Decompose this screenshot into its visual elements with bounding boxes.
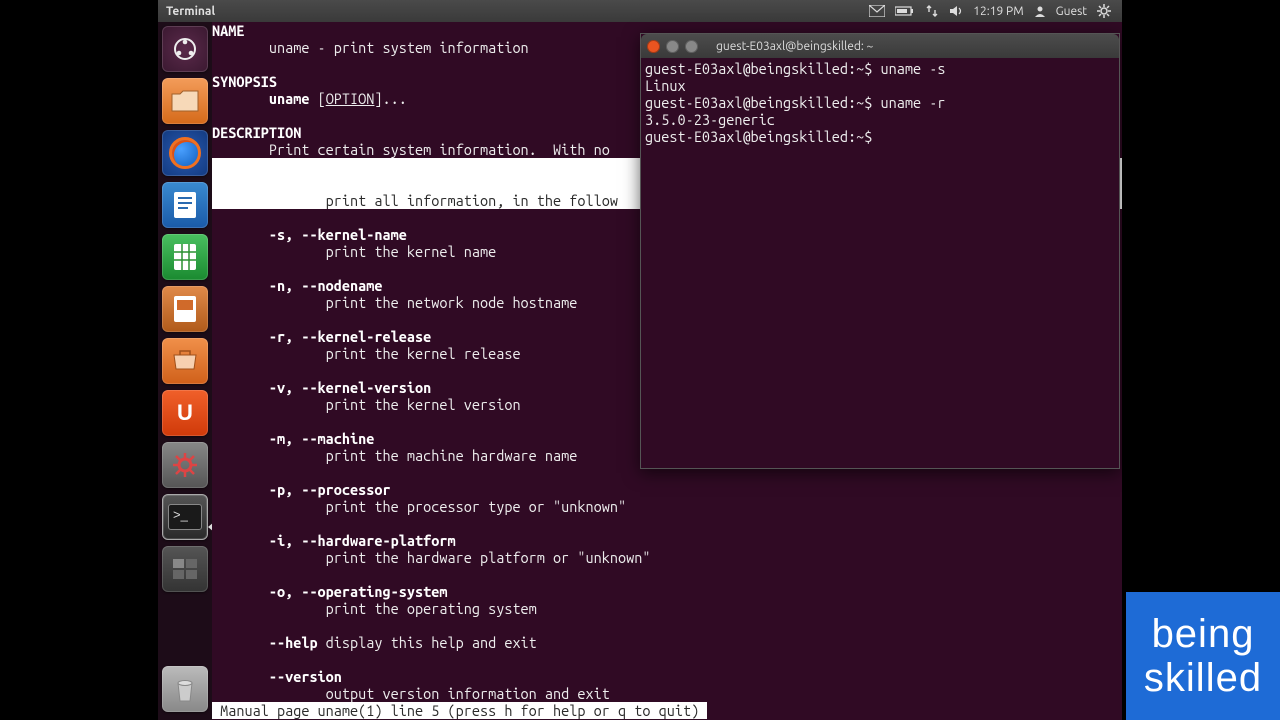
window-titlebar[interactable]: guest-E03axl@beingskilled: ~ (641, 34, 1119, 58)
user-name[interactable]: Guest (1056, 5, 1087, 18)
ubuntu-one-icon[interactable]: U (162, 390, 208, 436)
man-opt-n: -n, --nodename (212, 277, 383, 294)
prompt-1: guest-E03axl@beingskilled:~$ (645, 60, 872, 77)
man-opt-i: -i, --hardware-platform (212, 532, 456, 549)
cmd-1: uname -s (872, 60, 945, 77)
files-icon[interactable] (162, 78, 208, 124)
man-synopsis-line: uname [OPTION]... (212, 90, 407, 107)
user-icon[interactable] (1034, 5, 1046, 17)
top-menu-bar: Terminal 12:19 PM Guest (158, 0, 1122, 22)
terminal-body[interactable]: guest-E03axl@beingskilled:~$ uname -s Li… (641, 58, 1119, 147)
firefox-icon[interactable] (162, 130, 208, 176)
terminal-icon[interactable]: >_ (162, 494, 208, 540)
man-description-hdr: DESCRIPTION (212, 124, 301, 141)
clock[interactable]: 12:19 PM (973, 5, 1023, 18)
man-name-line: uname - print system information (212, 39, 529, 56)
calc-icon[interactable] (162, 234, 208, 280)
man-opt-r: -r, --kernel-release (212, 328, 431, 345)
man-status-line: Manual page uname(1) line 5 (press h for… (212, 702, 699, 719)
man-synopsis-hdr: SYNOPSIS (212, 73, 277, 90)
window-maximize-button[interactable] (685, 40, 698, 53)
man-opt-s: -s, --kernel-name (212, 226, 407, 243)
battery-icon[interactable] (895, 6, 915, 16)
prompt-3: guest-E03axl@beingskilled:~$ (645, 128, 872, 145)
app-title: Terminal (166, 5, 215, 18)
settings-icon[interactable] (162, 442, 208, 488)
man-name-hdr: NAME (212, 22, 244, 39)
gear-icon[interactable] (1097, 4, 1111, 18)
cmd-3 (872, 128, 880, 145)
watermark-logo: being skilled (1126, 592, 1280, 720)
volume-icon[interactable] (949, 4, 963, 18)
window-title: guest-E03axl@beingskilled: ~ (716, 40, 873, 53)
out-2: 3.5.0-23-generic (645, 111, 775, 128)
man-opt-version: --version (212, 668, 342, 685)
software-center-icon[interactable] (162, 338, 208, 384)
impress-icon[interactable] (162, 286, 208, 332)
man-opt-m: -m, --machine (212, 430, 374, 447)
cmd-2: uname -r (872, 94, 945, 111)
out-1: Linux (645, 77, 686, 94)
cursor (699, 702, 707, 719)
man-opt-help: --help display this help and exit (212, 634, 537, 651)
man-opt-v: -v, --kernel-version (212, 379, 431, 396)
trash-icon[interactable] (162, 666, 208, 712)
window-minimize-button[interactable] (666, 40, 679, 53)
dash-icon[interactable] (162, 26, 208, 72)
writer-icon[interactable] (162, 182, 208, 228)
window-close-button[interactable] (647, 40, 660, 53)
network-icon[interactable] (925, 4, 939, 18)
man-opt-o: -o, --operating-system (212, 583, 447, 600)
unity-launcher: U >_ (158, 22, 212, 720)
mail-icon[interactable] (869, 5, 885, 17)
man-description-line: Print certain system information. With n… (212, 141, 610, 158)
prompt-2: guest-E03axl@beingskilled:~$ (645, 94, 872, 111)
workspace-switcher-icon[interactable] (162, 546, 208, 592)
terminal-window[interactable]: guest-E03axl@beingskilled: ~ guest-E03ax… (640, 33, 1120, 469)
man-opt-p: -p, --processor (212, 481, 391, 498)
